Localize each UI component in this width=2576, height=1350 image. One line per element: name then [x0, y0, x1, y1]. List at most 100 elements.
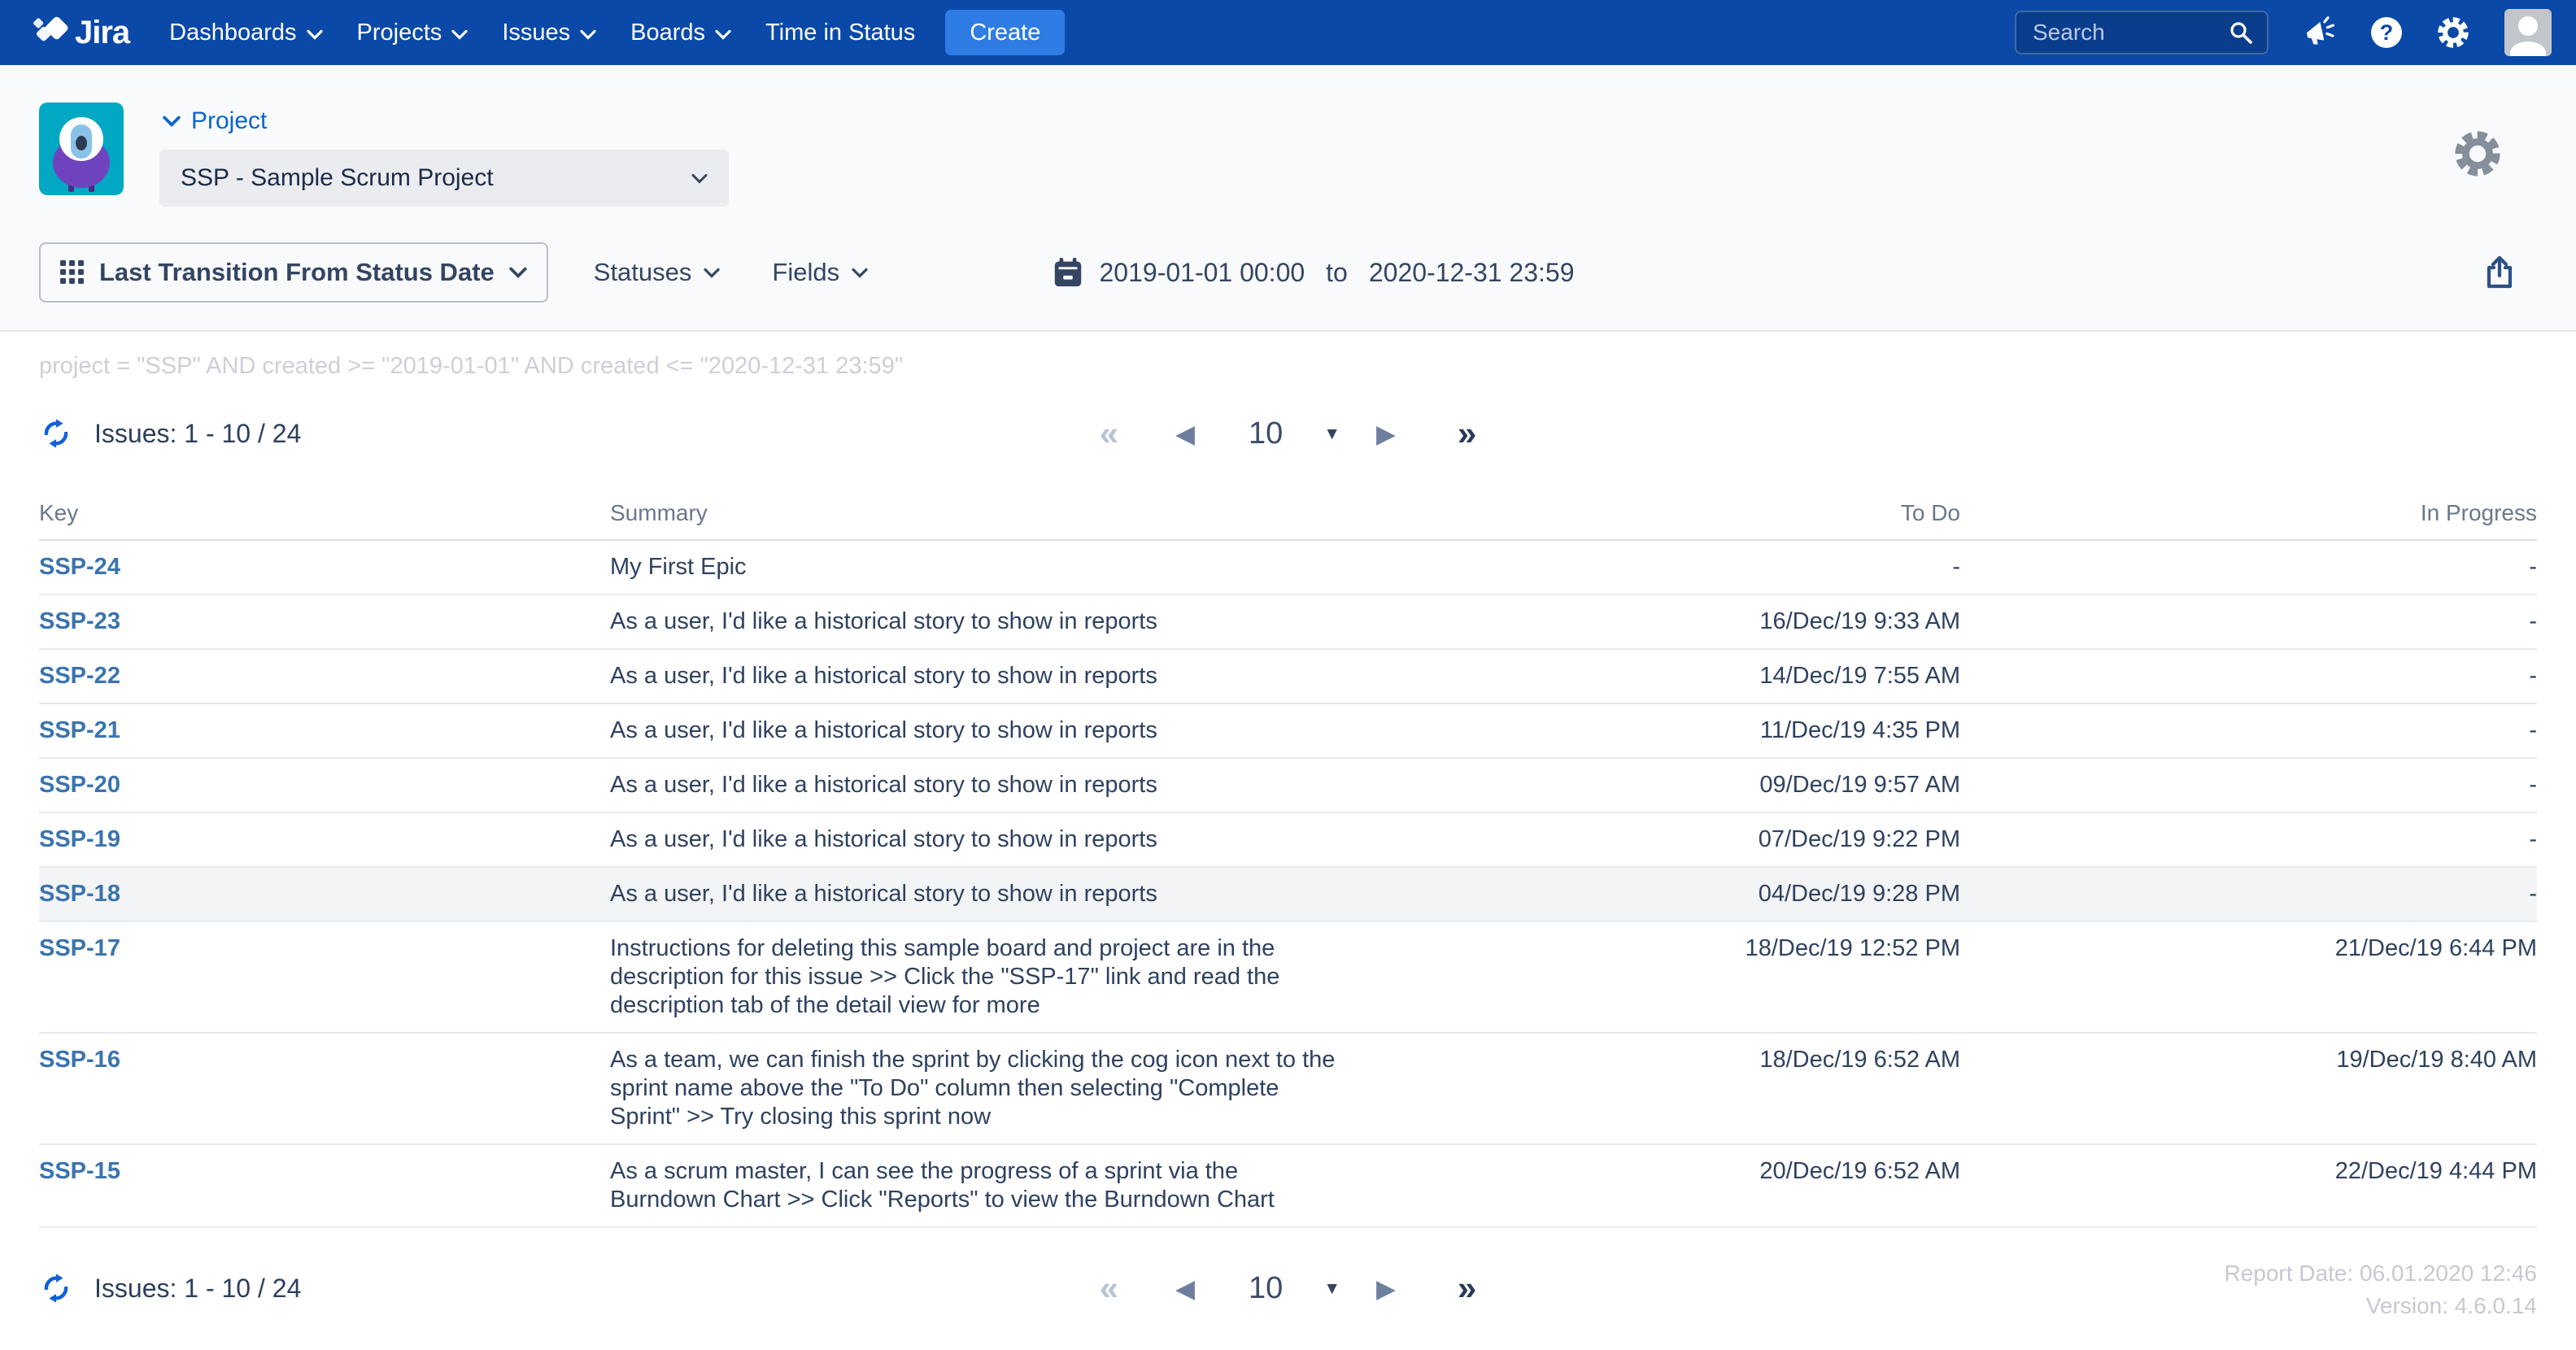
pagination-prev-icon[interactable]: ◀ [1175, 421, 1195, 446]
issue-todo: 07/Dec/19 9:22 PM [1366, 813, 1960, 866]
project-select[interactable]: SSP - Sample Scrum Project [159, 150, 729, 207]
issue-todo: 16/Dec/19 9:33 AM [1366, 595, 1960, 648]
page-size-caret-icon[interactable]: ▼ [1323, 1280, 1340, 1297]
project-avatar [39, 102, 124, 195]
refresh-icon[interactable] [39, 416, 73, 451]
settings-gear-icon[interactable] [2436, 15, 2470, 50]
issue-summary: As a user, I'd like a historical story t… [610, 813, 1366, 866]
table-row: SSP-18 As a user, I'd like a historical … [39, 868, 2537, 922]
issue-summary: As a team, we can finish the sprint by c… [610, 1034, 1366, 1143]
help-icon[interactable]: ? [2371, 17, 2402, 48]
page-size-value[interactable]: 10 [1249, 1273, 1283, 1304]
nav-item-dashboards[interactable]: Dashboards [152, 20, 339, 46]
feedback-megaphone-icon[interactable] [2303, 15, 2337, 50]
issue-inprogress: - [1960, 813, 2537, 866]
report-settings-gear-icon[interactable] [2452, 128, 2503, 183]
chevron-down-icon [580, 29, 596, 40]
search-box[interactable] [2015, 11, 2269, 54]
issue-summary: As a scrum master, I can see the progres… [610, 1145, 1366, 1226]
statuses-dropdown[interactable]: Statuses [594, 258, 721, 287]
page-size-caret-icon[interactable]: ▼ [1323, 425, 1340, 442]
pagination-first-icon[interactable]: « [1100, 416, 1118, 451]
user-avatar[interactable] [2504, 9, 2552, 56]
table-row: SSP-19 As a user, I'd like a historical … [39, 813, 2537, 868]
project-section-toggle[interactable]: Project [163, 107, 729, 135]
nav-item-time-in-status[interactable]: Time in Status [748, 20, 932, 46]
fields-dropdown[interactable]: Fields [772, 258, 868, 287]
jira-logo[interactable]: Jira [33, 15, 129, 51]
table-row: SSP-24 My First Epic - - [39, 541, 2537, 595]
jql-query-text: project = "SSP" AND created >= "2019-01-… [0, 332, 2576, 380]
nav-item-projects[interactable]: Projects [340, 20, 486, 46]
jira-logo-icon [33, 15, 68, 50]
calendar-icon [1051, 255, 1085, 290]
pagination-last-icon[interactable]: » [1458, 1271, 1476, 1305]
issue-key-link[interactable]: SSP-19 [39, 826, 120, 852]
issue-inprogress: - [1960, 650, 2537, 703]
issue-inprogress: 22/Dec/19 4:44 PM [1960, 1145, 2537, 1226]
issue-key-link[interactable]: SSP-15 [39, 1158, 120, 1184]
issues-table: Key Summary To Do In Progress SSP-24 My … [0, 490, 2576, 1228]
issue-todo: 20/Dec/19 6:52 AM [1366, 1145, 1960, 1226]
issue-summary: As a user, I'd like a historical story t… [610, 650, 1366, 703]
refresh-icon[interactable] [39, 1271, 73, 1305]
issue-todo: 09/Dec/19 9:57 AM [1366, 759, 1960, 812]
create-button[interactable]: Create [945, 10, 1065, 55]
pagination-next-icon[interactable]: ▶ [1376, 1276, 1396, 1301]
issue-inprogress: 21/Dec/19 6:44 PM [1960, 922, 2537, 1032]
issue-key-link[interactable]: SSP-17 [39, 935, 120, 961]
navbar-right: ? [2015, 9, 2552, 56]
pagination-last-icon[interactable]: » [1458, 416, 1476, 451]
filters-row: Last Transition From Status Date Statuse… [39, 242, 2537, 303]
issue-todo: 14/Dec/19 7:55 AM [1366, 650, 1960, 703]
table-row: SSP-15 As a scrum master, I can see the … [39, 1145, 2537, 1228]
issues-bar-top: Issues: 1 - 10 / 24 « ◀ 10 ▼ ▶ » [0, 409, 2576, 458]
table-row: SSP-22 As a user, I'd like a historical … [39, 650, 2537, 704]
issue-todo: - [1366, 541, 1960, 594]
jira-logo-text: Jira [75, 15, 129, 51]
date-range-picker[interactable]: 2019-01-01 00:00 to 2020-12-31 23:59 [1051, 255, 1575, 290]
table-row: SSP-17 Instructions for deleting this sa… [39, 922, 2537, 1034]
nav-item-boards[interactable]: Boards [613, 20, 748, 46]
grid-icon [60, 260, 85, 285]
issue-summary: As a user, I'd like a historical story t… [610, 868, 1366, 921]
issue-summary: Instructions for deleting this sample bo… [610, 922, 1366, 1032]
project-select-value: SSP - Sample Scrum Project [181, 164, 494, 192]
chevron-down-icon [715, 29, 731, 40]
nav-item-issues[interactable]: Issues [485, 20, 613, 46]
project-label: Project [191, 107, 267, 135]
issue-key-link[interactable]: SSP-22 [39, 663, 120, 689]
avatar-head [2518, 16, 2538, 36]
issue-todo: 04/Dec/19 9:28 PM [1366, 868, 1960, 921]
issue-key-link[interactable]: SSP-20 [39, 772, 120, 798]
chevron-down-icon [852, 268, 868, 278]
issue-summary: My First Epic [610, 541, 1366, 594]
search-input[interactable] [2033, 20, 2228, 46]
issue-inprogress: - [1960, 595, 2537, 648]
issue-inprogress: - [1960, 704, 2537, 757]
export-icon[interactable] [2480, 253, 2519, 292]
chevron-down-icon [307, 29, 323, 40]
issue-key-link[interactable]: SSP-21 [39, 717, 120, 743]
issues-table-body: SSP-24 My First Epic - - SSP-23 As a use… [39, 541, 2537, 1228]
issue-key-link[interactable]: SSP-16 [39, 1047, 120, 1073]
issue-key-link[interactable]: SSP-23 [39, 608, 120, 634]
pagination-next-icon[interactable]: ▶ [1376, 421, 1396, 446]
issue-key-link[interactable]: SSP-18 [39, 881, 120, 907]
pagination-first-icon[interactable]: « [1100, 1271, 1118, 1305]
avatar-silhouette [2510, 41, 2546, 56]
issue-key-link[interactable]: SSP-24 [39, 554, 120, 580]
report-info: Report Date: 06.01.2020 12:46 Version: 4… [2224, 1257, 2537, 1322]
issue-summary: As a user, I'd like a historical story t… [610, 595, 1366, 648]
pagination-prev-icon[interactable]: ◀ [1175, 1276, 1195, 1301]
report-type-button[interactable]: Last Transition From Status Date [39, 242, 548, 303]
issue-inprogress: 19/Dec/19 8:40 AM [1960, 1034, 2537, 1143]
page-size-value[interactable]: 10 [1249, 418, 1283, 449]
issue-todo: 18/Dec/19 12:52 PM [1366, 922, 1960, 1032]
table-row: SSP-20 As a user, I'd like a historical … [39, 759, 2537, 813]
table-row: SSP-23 As a user, I'd like a historical … [39, 595, 2537, 650]
column-header-summary: Summary [610, 500, 1366, 526]
issues-count: Issues: 1 - 10 / 24 [94, 1274, 301, 1304]
report-version: Version: 4.6.0.14 [2224, 1290, 2537, 1322]
search-icon [2228, 20, 2254, 46]
